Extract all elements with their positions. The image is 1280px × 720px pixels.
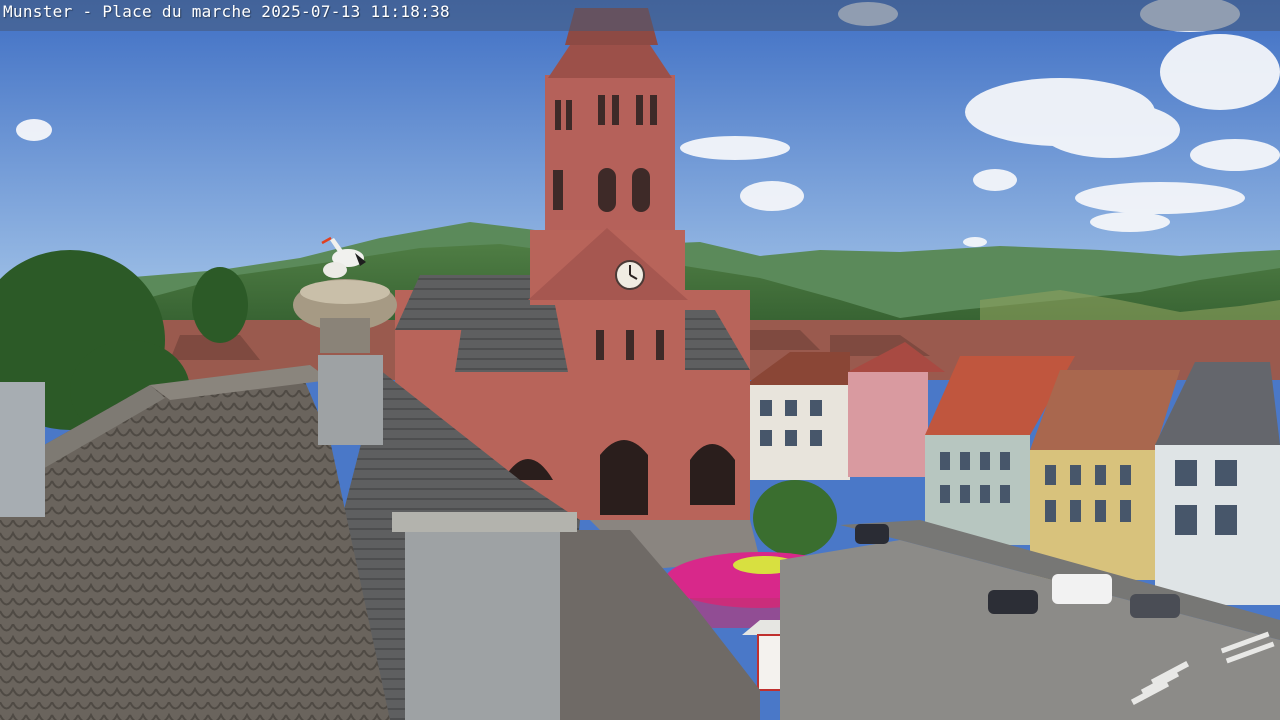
webcam-view: Munster - Place du marche 2025-07-13 11:… (0, 0, 1280, 720)
camera-caption: Munster - Place du marche 2025-07-13 11:… (3, 2, 450, 21)
chimney-stork (318, 355, 383, 445)
scene-illustration (0, 0, 1280, 720)
camera-caption-bar: Munster - Place du marche 2025-07-13 11:… (0, 0, 1280, 31)
camera-location: Munster - Place du marche (3, 2, 252, 21)
camera-timestamp: 2025-07-13 11:18:38 (261, 2, 450, 21)
chimney-front (405, 525, 560, 720)
